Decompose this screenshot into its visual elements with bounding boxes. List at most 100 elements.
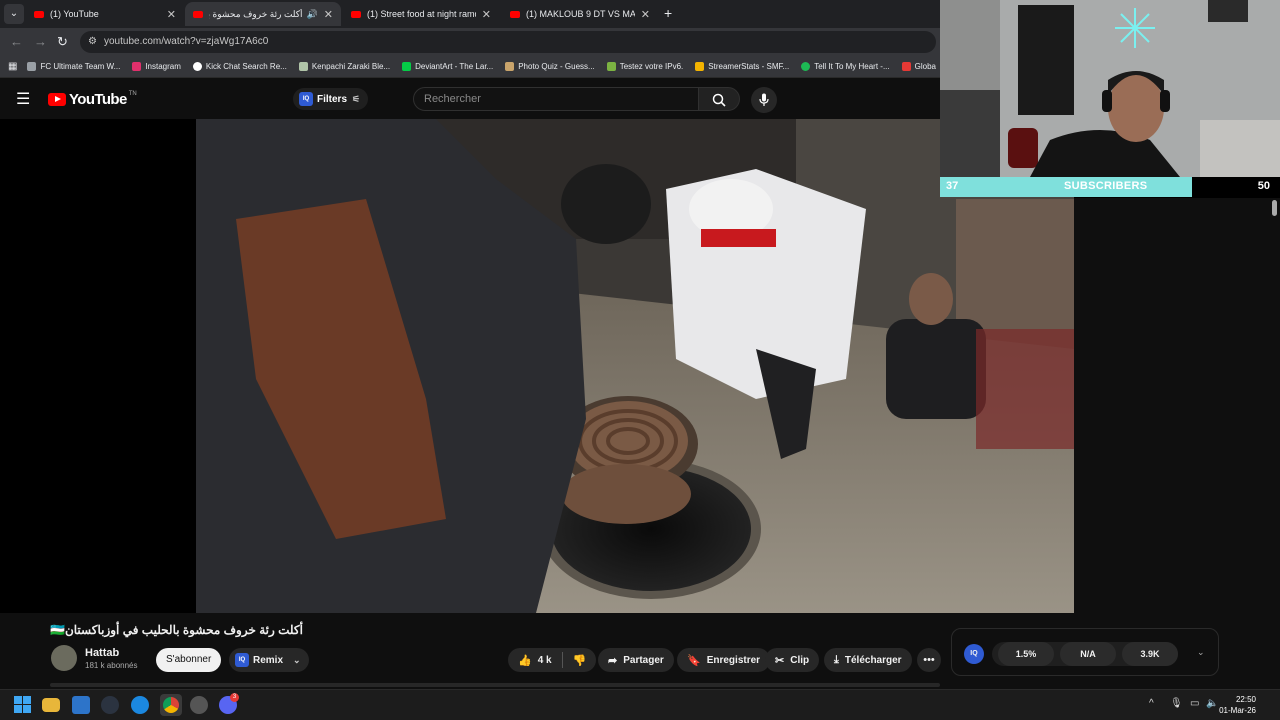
bookmark-label: Instagram (145, 62, 181, 71)
more-actions-button[interactable]: ••• (917, 648, 941, 672)
bookmark-streamerstats[interactable]: StreamerStats - SMF... (695, 62, 789, 71)
scrollbar-thumb[interactable] (1272, 200, 1277, 216)
instagram-icon (132, 62, 142, 71)
bookmark-instagram[interactable]: Instagram (132, 62, 181, 71)
dislike-icon[interactable]: 👎 (573, 654, 587, 667)
share-button[interactable]: ➦ Partager (598, 648, 674, 672)
close-icon[interactable]: ✕ (167, 8, 176, 21)
reload-icon[interactable]: ↻ (57, 34, 68, 50)
app-icon[interactable] (131, 696, 149, 714)
display-icon[interactable]: ▭ (1190, 698, 1199, 709)
tab-label: (1) YouTube (50, 9, 99, 19)
chevron-up-icon[interactable]: ^ (1149, 698, 1154, 709)
tab-street-food[interactable]: (1) Street food at night ramdhan ✕ (343, 2, 499, 26)
taskbar: 3 ^ 🎙 ▭ 🔈 22:50 01-Mar-26 (0, 689, 1280, 720)
bookmark-globa[interactable]: Globa (901, 62, 936, 71)
clip-label: Clip (790, 654, 810, 666)
bookmark-kenpachi[interactable]: Kenpachi Zaraki Ble... (298, 62, 391, 71)
bookmark-label: Kenpachi Zaraki Ble... (311, 62, 391, 71)
channel-avatar[interactable] (51, 645, 77, 671)
search-icon (712, 93, 726, 107)
search-input[interactable]: Rechercher (413, 87, 699, 111)
microphone-icon (759, 93, 769, 106)
chrome-active-slot[interactable] (160, 694, 182, 716)
logo-region: TN (128, 90, 137, 97)
bookmark-photo-quiz[interactable]: Photo Quiz - Guess... (505, 62, 595, 71)
steam-icon[interactable] (101, 696, 119, 714)
chrome-icon (163, 697, 179, 713)
tab-makloub[interactable]: (1) MAKLOUB 9 DT VS MAKLOUB ✕ (502, 2, 658, 26)
download-label: Télécharger (844, 654, 902, 666)
close-icon[interactable]: ✕ (324, 8, 333, 21)
speaker-icon[interactable]: 🔊 (307, 9, 318, 20)
discord-icon[interactable]: 3 (219, 693, 239, 714)
tab-search-button[interactable]: ⌄ (4, 4, 24, 24)
logo-text: YouTube (69, 91, 127, 108)
microphone-tray-icon[interactable]: 🎙 (1170, 698, 1183, 709)
like-dislike-group: 👍 4 k 👎 (508, 648, 597, 672)
webcam-overlay (940, 0, 1280, 177)
bookmark-ipv6[interactable]: Testez votre IPv6. (606, 62, 684, 71)
bookmark-label: DeviantArt - The Lar... (415, 62, 494, 71)
clip-button[interactable]: ✂ Clip (765, 648, 820, 672)
stat-engagement: 1.5% (998, 642, 1054, 666)
bookmark-icon (298, 62, 308, 71)
volume-icon[interactable]: 🔈 (1206, 698, 1218, 709)
app-icon-2[interactable] (190, 696, 208, 714)
close-icon[interactable]: ✕ (482, 8, 491, 21)
url-text: youtube.com/watch?v=zjaWg17A6c0 (104, 36, 269, 47)
more-horizontal-icon: ••• (923, 654, 935, 666)
bookmark-save-icon: 🔖 (687, 654, 701, 667)
youtube-logo[interactable]: YouTube TN (48, 91, 137, 108)
close-icon[interactable]: ✕ (641, 8, 650, 21)
file-explorer-icon[interactable] (42, 698, 60, 712)
subscriber-label: SUBSCRIBERS (1064, 180, 1148, 192)
video-stats-panel: IQ 1.5% N/A 3.9K ⌄ (951, 628, 1219, 676)
subscriber-goal: 50 (1257, 180, 1270, 192)
mail-icon[interactable] (72, 696, 90, 714)
bookmark-kick-chat[interactable]: Kick Chat Search Re... (192, 62, 287, 71)
site-info-icon[interactable]: ⚙ (88, 31, 97, 53)
webcam-image (940, 0, 1280, 177)
tab-label: (1) Street food at night ramdhan (367, 9, 476, 19)
divider (561, 652, 563, 668)
subscriber-current: 37 (946, 180, 959, 192)
channel-name[interactable]: Hattab (85, 647, 119, 659)
like-icon[interactable]: 👍 (518, 654, 532, 667)
menu-icon[interactable]: ☰ (16, 89, 30, 109)
bookmark-deviantart[interactable]: DeviantArt - The Lar... (402, 62, 493, 71)
system-clock[interactable]: 22:50 01-Mar-26 (1219, 694, 1256, 716)
filters-button[interactable]: IQ Filters ⚟ (293, 88, 369, 110)
bookmark-fc-ultimate-team[interactable]: FC Ultimate Team W... (27, 62, 120, 71)
bookmark-tell-it-to-my-heart[interactable]: Tell It To My Heart -... (801, 62, 890, 71)
save-button[interactable]: 🔖 Enregistrer (677, 648, 771, 672)
url-field[interactable]: ⚙ youtube.com/watch?v=zjaWg17A6c0 (80, 31, 936, 53)
bookmark-label: Testez votre IPv6. (619, 62, 684, 71)
back-arrow-icon[interactable]: ← (10, 34, 23, 49)
bookmark-label: FC Ultimate Team W... (40, 62, 121, 71)
description-strip (50, 683, 940, 687)
stat-na: N/A (1060, 642, 1116, 666)
tab-current-video[interactable]: أكلت رئة خروف محشوة با (1) 🔊 ✕ (185, 2, 341, 26)
bookmark-icon (27, 62, 37, 71)
subscribe-button[interactable]: S'abonner (156, 648, 222, 672)
tab-label: أكلت رئة خروف محشوة با (1) (209, 8, 303, 19)
bookmark-icon (606, 62, 616, 71)
tab-youtube-home[interactable]: (1) YouTube ✕ (26, 2, 184, 26)
remix-button[interactable]: IQ Remix ⌄ (229, 648, 309, 672)
like-count[interactable]: 4 k (538, 655, 552, 666)
youtube-play-icon (48, 93, 66, 106)
voice-search-button[interactable] (751, 87, 777, 113)
download-button[interactable]: ⤓ Télécharger (824, 648, 912, 672)
apps-grid-icon[interactable]: ▦ (8, 61, 17, 72)
youtube-favicon-icon (193, 10, 203, 18)
windows-start-icon[interactable] (14, 696, 32, 714)
new-tab-button[interactable]: + (664, 5, 672, 21)
iq-badge-icon: IQ (299, 92, 313, 106)
video-title: أكلت رئة خروف محشوة بالحليب في أوزباكستا… (50, 623, 303, 637)
chevron-down-icon[interactable]: ⌄ (1197, 647, 1205, 658)
search-button[interactable] (698, 87, 740, 111)
youtube-favicon-icon (351, 10, 361, 18)
chevron-down-icon[interactable]: ⌄ (293, 655, 301, 666)
forward-arrow-icon[interactable]: → (34, 34, 47, 49)
